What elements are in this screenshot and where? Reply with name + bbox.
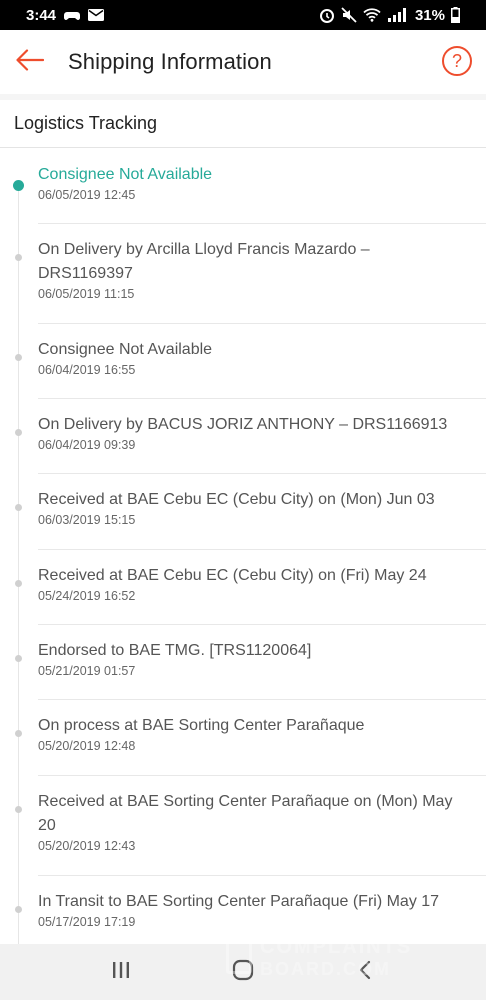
signal-icon [387,8,409,22]
status-dot [15,504,22,511]
status-right: 31% [319,7,460,24]
status-left: 3:44 [26,6,105,24]
game-controller-icon [64,8,81,22]
event-description: On Delivery by BACUS JORIZ ANTHONY – DRS… [38,416,448,433]
status-dot [15,254,22,261]
help-button[interactable]: ? [442,46,472,76]
event-time: 06/03/2019 15:15 [38,513,136,527]
back-icon [358,960,372,985]
alarm-icon [319,7,335,23]
tracking-event: On Delivery by Arcilla Lloyd Francis Maz… [0,224,486,324]
app-header: Shipping Information ? [0,30,486,94]
status-dot [15,354,22,361]
battery-icon [451,7,460,23]
status-bar: 3:44 31% [0,0,486,30]
navigation-bar [0,944,486,1000]
event-description: Received at BAE Cebu EC (Cebu City) on (… [38,491,435,508]
status-dot [15,906,22,913]
tracking-event: Endorsed to BAE TMG. [TRS1120064] 05/21/… [0,625,486,700]
event-time: 06/04/2019 16:55 [38,363,136,377]
section-header: Logistics Tracking [0,100,486,148]
arrow-left-icon [16,48,45,76]
event-time: 05/20/2019 12:48 [38,739,136,753]
system-back-button[interactable] [345,952,385,992]
status-dot [15,655,22,662]
event-time: 06/05/2019 12:45 [38,188,136,202]
status-dot-active [13,180,24,191]
event-time: 06/05/2019 11:15 [38,287,135,301]
tracking-event: On process at BAE Sorting Center Parañaq… [0,700,486,776]
event-time: 06/04/2019 09:39 [38,438,136,452]
event-time: 05/20/2019 12:43 [38,839,136,853]
tracking-event: In Transit to BAE Sorting Center Parañaq… [0,876,486,944]
event-description: Consignee Not Available [38,341,213,358]
event-description: Received at BAE Sorting Center Parañaque… [38,793,453,834]
event-description: On process at BAE Sorting Center Parañaq… [38,717,365,734]
event-time: 05/24/2019 16:52 [38,589,136,603]
mute-icon [341,7,357,23]
page-title: Shipping Information [68,49,272,74]
wifi-icon [363,8,381,22]
event-description: Endorsed to BAE TMG. [TRS1120064] [38,642,312,659]
section-title: Logistics Tracking [14,113,158,133]
recent-apps-icon [111,961,131,984]
recent-apps-button[interactable] [101,952,141,992]
status-dot [15,580,22,587]
status-dot [15,429,22,436]
tracking-event: Consignee Not Available 06/04/2019 16:55 [0,324,486,399]
event-description: Consignee Not Available [38,166,213,183]
tracking-event: Consignee Not Available 06/05/2019 12:45 [0,149,486,224]
tracking-event: On Delivery by BACUS JORIZ ANTHONY – DRS… [0,399,486,474]
event-time: 05/21/2019 01:57 [38,664,136,678]
event-description: Received at BAE Cebu EC (Cebu City) on (… [38,567,427,584]
mail-icon [88,9,105,21]
event-time: 05/17/2019 17:19 [38,915,136,929]
home-button[interactable] [223,952,263,992]
event-description: On Delivery by Arcilla Lloyd Francis Maz… [38,241,370,282]
tracking-event: Received at BAE Sorting Center Parañaque… [0,776,486,876]
event-description: In Transit to BAE Sorting Center Parañaq… [38,893,440,910]
tracking-event: Received at BAE Cebu EC (Cebu City) on (… [0,474,486,550]
status-time: 3:44 [26,6,57,24]
battery-percent: 31% [414,6,445,24]
tracking-timeline[interactable]: Consignee Not Available 06/05/2019 12:45… [0,149,486,944]
home-icon [232,959,254,986]
back-button[interactable] [2,30,58,94]
status-dot [15,806,22,813]
tracking-event: Received at BAE Cebu EC (Cebu City) on (… [0,550,486,625]
status-dot [15,730,22,737]
